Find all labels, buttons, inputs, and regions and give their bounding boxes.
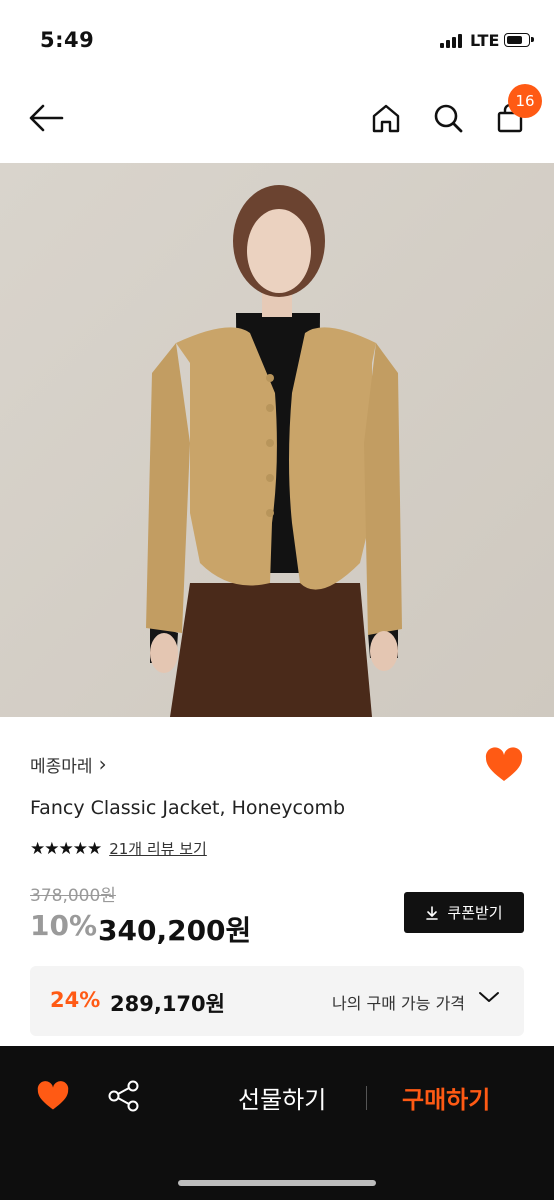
bottom-wishlist-button[interactable] bbox=[36, 1080, 70, 1116]
home-icon bbox=[372, 104, 400, 133]
status-time: 5:49 bbox=[40, 28, 95, 52]
gift-button[interactable]: 선물하기 bbox=[238, 1080, 326, 1115]
star-icon: ★★★★★ bbox=[30, 838, 102, 859]
chevron-right-icon: › bbox=[98, 752, 107, 776]
home-indicator bbox=[178, 1180, 376, 1186]
share-button[interactable] bbox=[106, 1078, 142, 1118]
search-button[interactable] bbox=[428, 98, 468, 138]
coupon-button[interactable]: 쿠폰받기 bbox=[404, 892, 524, 933]
carrier-label: LTE bbox=[470, 31, 500, 50]
sale-price: 340,200원 bbox=[98, 914, 252, 947]
search-icon bbox=[434, 104, 463, 133]
product-name: Fancy Classic Jacket, Honeycomb bbox=[30, 797, 346, 819]
rating-row: ★★★★★ 21개 리뷰 보기 bbox=[30, 838, 207, 859]
back-button[interactable] bbox=[26, 98, 66, 138]
buy-button[interactable]: 구매하기 bbox=[402, 1080, 490, 1115]
original-price: 378,000원 bbox=[30, 886, 116, 906]
my-discount-rate: 24% bbox=[50, 988, 101, 1012]
cart-count-badge: 16 bbox=[508, 84, 542, 118]
coupon-label: 쿠폰받기 bbox=[447, 904, 503, 922]
my-price-label: 나의 구매 가능 가격 bbox=[332, 994, 466, 1013]
divider bbox=[366, 1086, 367, 1110]
wishlist-button[interactable] bbox=[484, 746, 524, 786]
my-price: 289,170원 bbox=[110, 992, 225, 1016]
download-icon bbox=[426, 905, 439, 920]
brand-name: 메종마레 bbox=[30, 757, 93, 777]
product-image[interactable] bbox=[0, 163, 554, 717]
heart-icon bbox=[37, 1081, 69, 1110]
signal-icon bbox=[440, 34, 464, 48]
brand-link[interactable]: 메종마레 › bbox=[30, 752, 107, 777]
discount-rate: 10% bbox=[30, 909, 98, 942]
home-button[interactable] bbox=[366, 98, 406, 138]
share-icon bbox=[108, 1080, 139, 1112]
my-price-panel[interactable]: 24% 289,170원 나의 구매 가능 가격 bbox=[30, 966, 524, 1036]
back-arrow-icon bbox=[29, 104, 64, 132]
bottom-action-bar: 선물하기 구매하기 bbox=[0, 1046, 554, 1200]
chevron-down-icon[interactable] bbox=[478, 990, 500, 1004]
heart-icon bbox=[485, 747, 523, 781]
battery-icon bbox=[504, 33, 534, 47]
review-link[interactable]: 21개 리뷰 보기 bbox=[109, 838, 207, 859]
